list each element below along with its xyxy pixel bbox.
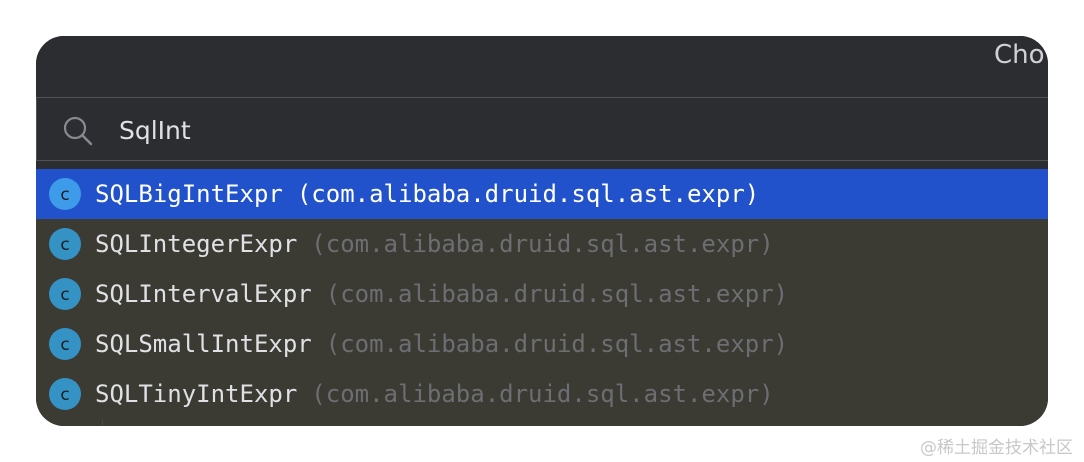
svg-text:c: c (60, 335, 69, 355)
class-icon: c (49, 228, 81, 260)
result-item[interactable]: c SQLSmallIntExpr (com.alibaba.druid.sql… (36, 319, 1048, 369)
class-icon: c (49, 178, 81, 210)
result-package-name: (com.alibaba.druid.sql.ast.expr) (311, 380, 774, 408)
svg-text:c: c (60, 235, 69, 255)
svg-text:c: c (60, 185, 69, 205)
result-class-name: SQLBigIntExpr (95, 180, 283, 208)
result-item[interactable]: c SQLTinyIntExpr (com.alibaba.druid.sql.… (36, 369, 1048, 419)
search-input[interactable] (119, 110, 1019, 150)
popup-title: Cho (994, 40, 1045, 70)
result-package-name: (com.alibaba.druid.sql.ast.expr) (325, 330, 789, 358)
result-package-name: (com.alibaba.druid.sql.ast.expr) (296, 180, 760, 208)
choose-class-popup: Cho c SQLBigIntExpr (com.alibaba.druid.s… (36, 36, 1048, 426)
result-package-name: (com.alibaba.druid.sql.ast.expr) (325, 280, 789, 308)
class-icon: c (49, 378, 81, 410)
result-class-name: SQLTinyIntExpr (95, 380, 298, 408)
result-item-selected[interactable]: c SQLBigIntExpr (com.alibaba.druid.sql.a… (36, 169, 1048, 219)
results-list: c SQLBigIntExpr (com.alibaba.druid.sql.a… (36, 169, 1048, 426)
popup-title-bar[interactable]: Cho (36, 36, 1048, 90)
result-item[interactable]: c SQLIntervalExpr (com.alibaba.druid.sql… (36, 269, 1048, 319)
result-class-name: SQLIntegerExpr (95, 230, 298, 258)
result-package-name: (com.alibaba.druid.sql.ast.expr) (311, 230, 774, 258)
list-divider (102, 420, 103, 426)
result-item[interactable]: c SQLIntegerExpr (com.alibaba.druid.sql.… (36, 219, 1048, 269)
result-class-name: SQLSmallIntExpr (95, 330, 312, 358)
svg-text:c: c (60, 385, 69, 405)
class-icon: c (49, 328, 81, 360)
result-class-name: SQLIntervalExpr (95, 280, 312, 308)
class-icon: c (49, 278, 81, 310)
search-field[interactable] (36, 97, 1048, 161)
watermark: @稀土掘金技术社区 (920, 438, 1073, 458)
svg-text:c: c (60, 285, 69, 305)
search-icon (63, 116, 93, 146)
